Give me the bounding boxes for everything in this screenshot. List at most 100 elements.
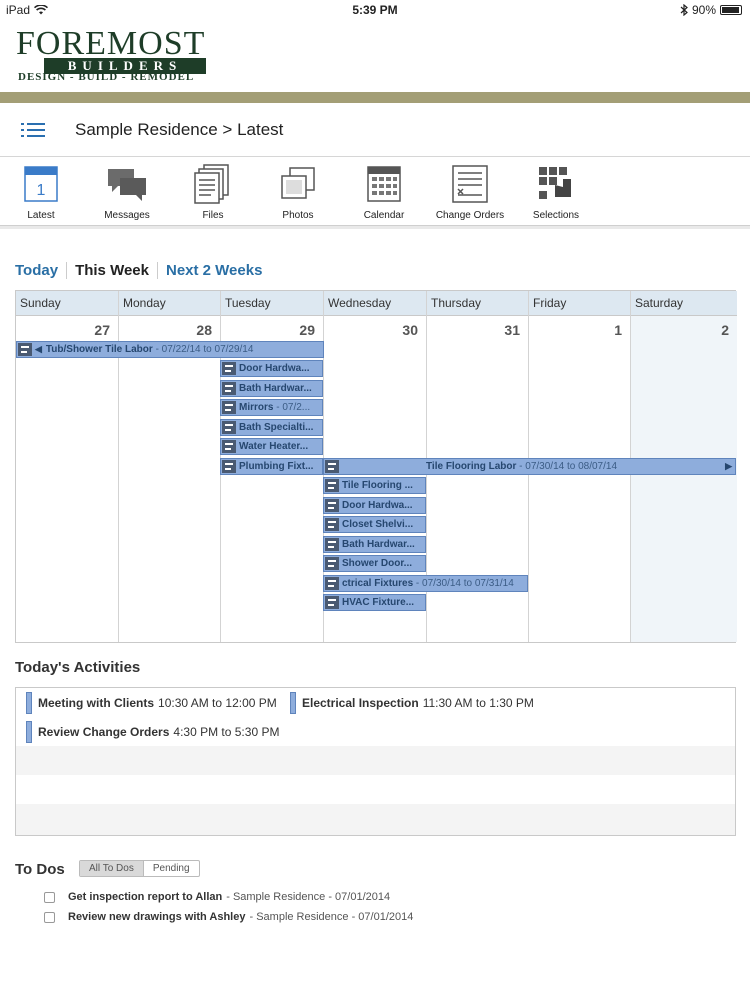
day-number: 2 <box>721 322 729 338</box>
activity-row: Meeting with Clients 10:30 AM to 12:00 PM… <box>16 688 735 717</box>
event-icon <box>222 401 236 414</box>
main-toolbar: 1 Latest Messages Files Photos Calendar … <box>0 158 750 226</box>
calendar-event[interactable]: Tile Flooring Labor - 07/30/14 to 08/07/… <box>323 458 736 475</box>
todo-checkbox[interactable] <box>44 891 55 903</box>
day-number: 28 <box>196 322 212 338</box>
toolbar-change-orders-button[interactable]: Change Orders <box>427 164 513 221</box>
photos-icon <box>281 167 315 199</box>
day-name: Thursday <box>427 291 528 316</box>
calendar-event[interactable]: Door Hardwa... <box>220 360 323 377</box>
arrow-right-icon: ▶ <box>725 461 732 471</box>
activity-row: Review Change Orders 4:30 PM to 5:30 PM <box>16 717 735 746</box>
day-number: 31 <box>504 322 520 338</box>
calendar-event[interactable]: ctrical Fixtures - 07/30/14 to 07/31/14 <box>323 575 528 592</box>
change-orders-icon <box>452 165 488 203</box>
day-name: Saturday <box>631 291 737 316</box>
date-range-tabs: Today This Week Next 2 Weeks <box>15 262 270 279</box>
toolbar-photos-label: Photos <box>282 210 314 221</box>
company-logo: FOREMOST BUILDERS DESIGN - BUILD - REMOD… <box>16 25 212 86</box>
toolbar-files-label: Files <box>202 210 224 221</box>
latest-badge: 1 <box>37 182 46 199</box>
toolbar-selections-label: Selections <box>532 210 580 221</box>
toolbar-selections-button[interactable]: Selections <box>513 164 599 221</box>
toolbar-files-button[interactable]: Files <box>170 164 256 221</box>
status-bar: iPad 5:39 PM 90% <box>0 0 750 22</box>
event-icon <box>222 440 236 453</box>
calendar-event[interactable]: Bath Hardwar... <box>220 380 323 397</box>
day-number: 30 <box>402 322 418 338</box>
calendar-event[interactable]: Bath Specialti... <box>220 419 323 436</box>
logo-tagline: DESIGN - BUILD - REMODEL <box>18 71 195 83</box>
bluetooth-icon <box>680 4 688 16</box>
event-icon <box>18 343 32 356</box>
tab-today[interactable]: Today <box>15 262 66 279</box>
event-icon <box>222 362 236 375</box>
nav-header: Sample Residence > Latest <box>0 103 750 157</box>
calendar-event[interactable]: Tile Flooring ... <box>323 477 426 494</box>
todo-item: Get inspection report to Allan - Sample … <box>44 891 390 903</box>
battery-icon <box>720 5 742 15</box>
toolbar-latest-label: Latest <box>27 210 55 221</box>
day-name: Tuesday <box>221 291 323 316</box>
day-name: Wednesday <box>324 291 426 316</box>
event-icon <box>222 421 236 434</box>
tab-next-2-weeks[interactable]: Next 2 Weeks <box>166 262 270 279</box>
calendar-event[interactable]: Plumbing Fixt... <box>220 458 323 475</box>
calendar-event[interactable]: Mirrors - 07/2... <box>220 399 323 416</box>
calendar-event[interactable]: Bath Hardwar... <box>323 536 426 553</box>
activity-marker <box>26 721 32 743</box>
battery-percent: 90% <box>691 3 716 17</box>
todo-filter: All To Dos Pending <box>79 860 200 877</box>
event-icon <box>325 518 339 531</box>
activity-item[interactable]: Meeting with Clients 10:30 AM to 12:00 PM <box>26 692 277 714</box>
day-name: Sunday <box>16 291 118 316</box>
day-number: 27 <box>94 322 110 338</box>
tab-this-week[interactable]: This Week <box>66 262 158 279</box>
event-icon <box>325 460 339 473</box>
selections-icon <box>539 167 571 199</box>
arrow-left-icon: ◀ <box>35 344 42 354</box>
day-name: Monday <box>119 291 220 316</box>
calendar-event[interactable]: Shower Door... <box>323 555 426 572</box>
toolbar-latest-button[interactable]: 1 Latest <box>0 164 84 221</box>
calendar-event[interactable]: HVAC Fixture... <box>323 594 426 611</box>
status-time: 5:39 PM <box>352 3 398 17</box>
messages-icon <box>108 169 146 201</box>
activity-item[interactable]: Review Change Orders 4:30 PM to 5:30 PM <box>26 721 279 743</box>
todo-checkbox[interactable] <box>44 911 55 923</box>
activity-row-empty <box>16 775 735 804</box>
toolbar-change-orders-label: Change Orders <box>435 210 505 221</box>
day-number: 1 <box>614 322 622 338</box>
calendar-event[interactable]: Water Heater... <box>220 438 323 455</box>
activity-marker <box>290 692 296 714</box>
todos-title: To Dos <box>15 861 65 878</box>
event-icon <box>222 460 236 473</box>
calendar-icon <box>367 166 401 202</box>
filter-pending[interactable]: Pending <box>144 861 199 876</box>
activity-row-empty <box>16 746 735 775</box>
event-icon <box>325 596 339 609</box>
toolbar-calendar-button[interactable]: Calendar <box>341 164 427 221</box>
files-icon <box>194 164 229 204</box>
day-number: 29 <box>299 322 315 338</box>
event-icon <box>325 557 339 570</box>
calendar-event[interactable]: ◀ Tub/Shower Tile Labor - 07/22/14 to 07/… <box>16 341 324 358</box>
calendar-event[interactable]: Closet Shelvi... <box>323 516 426 533</box>
filter-all-todos[interactable]: All To Dos <box>80 861 144 876</box>
calendar-day-icon: 1 <box>24 166 58 202</box>
activities-panel: Meeting with Clients 10:30 AM to 12:00 PM… <box>15 687 736 836</box>
toolbar-messages-button[interactable]: Messages <box>84 164 170 221</box>
menu-icon[interactable] <box>21 120 45 140</box>
toolbar-photos-button[interactable]: Photos <box>255 164 341 221</box>
activity-item[interactable]: Electrical Inspection 11:30 AM to 1:30 PM <box>290 692 534 714</box>
week-calendar: Sunday 27 Monday 28 Tuesday 29 Wednesday… <box>15 290 737 643</box>
activity-marker <box>26 692 32 714</box>
breadcrumb: Sample Residence > Latest <box>75 120 284 139</box>
calendar-event[interactable]: Door Hardwa... <box>323 497 426 514</box>
event-icon <box>325 479 339 492</box>
header-divider <box>0 92 750 103</box>
logo-main-text: FOREMOST <box>16 25 206 62</box>
event-icon <box>222 382 236 395</box>
toolbar-shadow <box>0 226 750 229</box>
status-right: 90% <box>680 3 742 17</box>
